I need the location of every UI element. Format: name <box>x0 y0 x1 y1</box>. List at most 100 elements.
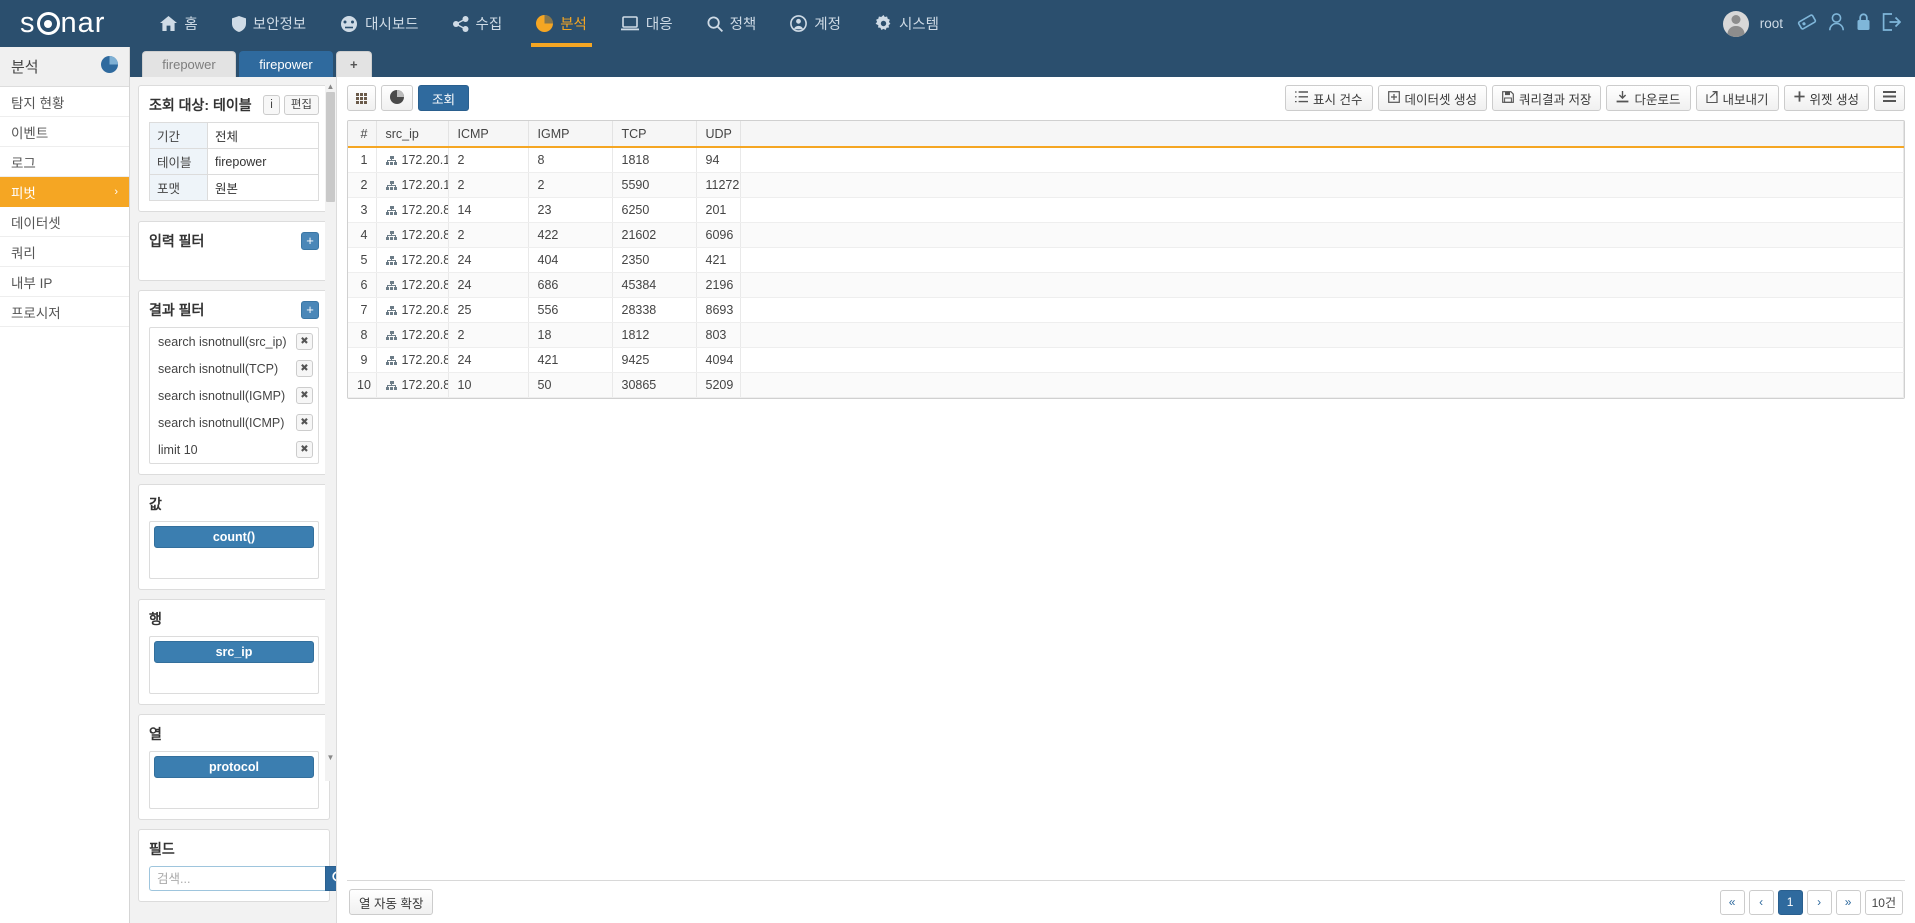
table-row[interactable]: 8 172.20.8.222181812803 <box>348 322 1904 348</box>
column-header-src-ip[interactable]: src_ip <box>376 121 449 148</box>
cols-empty-slot[interactable] <box>154 782 314 804</box>
values-dropzone[interactable]: count() <box>149 521 319 579</box>
add-input-filter-button[interactable]: + <box>301 232 319 250</box>
download-button[interactable]: 다운로드 <box>1606 85 1691 111</box>
scrollbar-thumb[interactable] <box>326 92 335 202</box>
close-icon[interactable]: ✖ <box>296 441 313 458</box>
add-result-filter-button[interactable]: + <box>301 301 319 319</box>
field-search-input[interactable] <box>149 866 325 891</box>
cell-igmp: 404 <box>528 247 613 273</box>
sidebar-item-detection-status[interactable]: 탐지 현황 <box>0 87 129 117</box>
column-header-index[interactable]: # <box>348 121 377 148</box>
scroll-up-icon[interactable]: ▲ <box>325 81 336 92</box>
sidebar-item-internal-ip[interactable]: 내부 IP <box>0 267 129 297</box>
autofit-columns-button[interactable]: 열 자동 확장 <box>349 889 434 915</box>
col-pill-protocol[interactable]: protocol <box>154 756 314 778</box>
nav-item-analysis[interactable]: 분석 <box>519 0 604 47</box>
table-row[interactable]: 2172.20.1.2622559011272 <box>348 172 1904 198</box>
nav-item-response[interactable]: 대응 <box>604 0 690 47</box>
column-header-tcp[interactable]: TCP <box>612 121 697 148</box>
close-icon[interactable]: ✖ <box>296 333 313 350</box>
chart-view-button[interactable] <box>381 85 413 111</box>
sidebar-item-log[interactable]: 로그 <box>0 147 129 177</box>
cell-src-ip[interactable]: 172.20.8.25 <box>376 372 449 398</box>
prev-page-button[interactable]: ‹ <box>1748 889 1774 915</box>
cell-src-ip[interactable]: 172.20.8.8 <box>376 247 449 273</box>
tab-firepower-2[interactable]: firepower <box>239 51 333 77</box>
close-icon[interactable]: ✖ <box>296 414 313 431</box>
create-widget-button[interactable]: 위젯 생성 <box>1783 85 1869 111</box>
lock-icon[interactable] <box>1856 13 1871 34</box>
list-item[interactable]: search isnotnull(IGMP) ✖ <box>150 382 318 409</box>
nav-item-home[interactable]: 홈 <box>143 0 214 47</box>
nav-item-account[interactable]: 계정 <box>773 0 858 47</box>
scrollbar-track[interactable] <box>326 202 335 752</box>
value-pill-count[interactable]: count() <box>154 526 314 548</box>
app-logo[interactable]: s nar <box>20 7 105 40</box>
create-dataset-button[interactable]: 데이터셋 생성 <box>1377 85 1487 111</box>
cell-src-ip[interactable]: 172.20.8.24 <box>376 347 449 373</box>
first-page-button[interactable]: « <box>1719 889 1745 915</box>
nav-item-security-info[interactable]: 보안정보 <box>215 0 323 47</box>
values-empty-slot[interactable] <box>154 552 314 574</box>
sidebar-item-procedure[interactable]: 프로시저 <box>0 297 129 327</box>
cols-dropzone[interactable]: protocol <box>149 751 319 809</box>
cell-src-ip[interactable]: 172.20.8.22 <box>376 322 449 348</box>
result-filter-title: 결과 필터 <box>149 302 205 318</box>
list-item[interactable]: search isnotnull(src_ip) ✖ <box>150 328 318 355</box>
sidebar-item-query[interactable]: 쿼리 <box>0 237 129 267</box>
info-button[interactable]: i <box>263 95 280 115</box>
tab-firepower-1[interactable]: firepower <box>142 51 236 77</box>
cell-src-ip[interactable]: 172.20.8.7 <box>376 222 449 248</box>
sidebar-item-dataset[interactable]: 데이터셋 <box>0 207 129 237</box>
query-panel-scrollbar[interactable]: ▲ ▼ <box>325 81 336 781</box>
list-item[interactable]: search isnotnull(TCP) ✖ <box>150 355 318 382</box>
export-button[interactable]: 내보내기 <box>1695 85 1779 111</box>
last-page-button[interactable]: » <box>1835 889 1861 915</box>
page-number-1[interactable]: 1 <box>1777 889 1803 915</box>
column-header-udp[interactable]: UDP <box>696 121 741 148</box>
next-page-button[interactable]: › <box>1806 889 1832 915</box>
table-row[interactable]: 5 172.20.8.8244042350421 <box>348 247 1904 273</box>
table-row[interactable]: 7 172.20.8.1825556283388693 <box>348 297 1904 323</box>
table-row[interactable]: 10172.20.8.251050308655209 <box>348 372 1904 398</box>
close-icon[interactable]: ✖ <box>296 360 313 377</box>
logout-icon[interactable] <box>1882 13 1902 34</box>
ticket-icon[interactable] <box>1797 13 1817 34</box>
save-query-result-button[interactable]: 쿼리결과 저장 <box>1492 85 1602 111</box>
input-filter-header: 입력 필터 + <box>149 231 319 251</box>
sidebar-item-pivot[interactable]: 피벗 › <box>0 177 129 207</box>
cell-src-ip[interactable]: 172.20.1.26 <box>376 172 449 198</box>
nav-item-system[interactable]: 시스템 <box>858 0 956 47</box>
user-icon[interactable] <box>1828 13 1845 34</box>
nav-item-policy[interactable]: 정책 <box>690 0 774 47</box>
cell-src-ip[interactable]: 172.20.8.17 <box>376 272 449 298</box>
cell-src-ip[interactable]: 172.20.8.2 <box>376 197 449 223</box>
cell-src-ip[interactable]: 172.20.8.18 <box>376 297 449 323</box>
sidebar-item-event[interactable]: 이벤트 <box>0 117 129 147</box>
scroll-down-icon[interactable]: ▼ <box>325 752 336 763</box>
rows-empty-slot[interactable] <box>154 667 314 689</box>
cell-src-ip[interactable]: 172.20.1.9 <box>376 147 449 173</box>
add-tab-button[interactable]: + <box>336 51 372 77</box>
table-row[interactable]: 9 172.20.8.242442194254094 <box>348 347 1904 373</box>
nav-item-collect[interactable]: 수집 <box>436 0 520 47</box>
nav-item-dashboard[interactable]: 대시보드 <box>323 0 435 47</box>
close-icon[interactable]: ✖ <box>296 387 313 404</box>
list-item[interactable]: limit 10 ✖ <box>150 436 318 463</box>
field-search-button[interactable] <box>325 866 336 891</box>
column-header-icmp[interactable]: ICMP <box>448 121 529 148</box>
column-header-igmp[interactable]: IGMP <box>528 121 613 148</box>
rows-dropzone[interactable]: src_ip <box>149 636 319 694</box>
run-query-button[interactable]: 조회 <box>418 85 470 111</box>
more-menu-button[interactable] <box>1874 85 1905 111</box>
table-row[interactable]: 1 172.20.1.928181894 <box>348 147 1904 173</box>
list-item[interactable]: search isnotnull(ICMP) ✖ <box>150 409 318 436</box>
grid-view-button[interactable] <box>347 85 376 111</box>
table-row[interactable]: 6 172.20.8.1724686453842196 <box>348 272 1904 298</box>
table-row[interactable]: 3 172.20.8.214236250201 <box>348 197 1904 223</box>
table-row[interactable]: 4 172.20.8.72422216026096 <box>348 222 1904 248</box>
display-count-button[interactable]: 표시 건수 <box>1285 85 1373 111</box>
row-pill-src-ip[interactable]: src_ip <box>154 641 314 663</box>
edit-button[interactable]: 편집 <box>283 95 319 115</box>
